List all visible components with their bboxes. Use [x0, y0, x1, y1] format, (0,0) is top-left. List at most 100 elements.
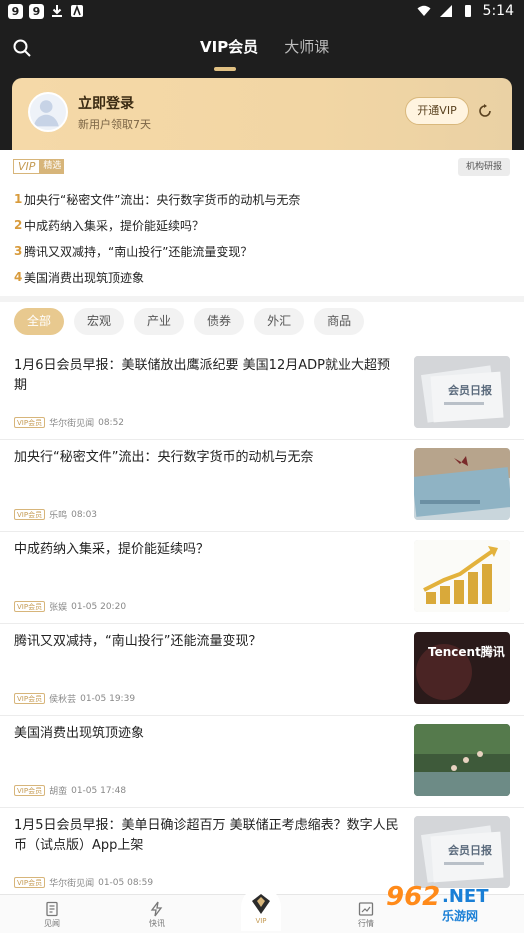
article-title[interactable]: 中成药纳入集采，提价能延续吗？ — [14, 540, 402, 560]
article-source: 侯秋芸 — [49, 695, 77, 705]
article-time: 08:03 — [71, 509, 98, 520]
filter-forex[interactable]: 外汇 — [254, 308, 305, 335]
vip-badge: VIP会员 — [14, 601, 46, 612]
tab-master-class[interactable]: 大师课 — [284, 36, 329, 65]
tab-vip-member[interactable]: VIP会员 — [200, 36, 258, 71]
article-source: 华尔街见闻 — [49, 879, 95, 889]
article-meta: VIP会员 张娱 01-05 20:20 — [14, 600, 126, 613]
vip-badge: VIP会员 — [14, 693, 46, 704]
nav-flash[interactable]: 快讯 — [132, 901, 182, 929]
category-filters: 全部 宏观 产业 债券 外汇 商品 — [14, 308, 365, 335]
article-title[interactable]: 1月5日会员早报：美单日确诊超百万 美联储正考虑缩表？数字人民币（试点版）App… — [14, 816, 402, 856]
user-icon — [33, 100, 59, 127]
article-source: 张娱 — [49, 603, 68, 613]
list-item[interactable]: 2 中成药纳入集采，提价能延续吗？ — [14, 212, 300, 238]
refresh-icon[interactable] — [478, 104, 492, 118]
document-icon — [46, 901, 58, 917]
filter-industry[interactable]: 产业 — [134, 308, 185, 335]
newspaper-image: 会员日报 — [414, 816, 510, 888]
institution-research-button[interactable]: 机构研报 — [458, 158, 510, 176]
list-item[interactable]: 1 加央行“秘密文件”流出：央行数字货币的动机与无奈 — [14, 186, 300, 212]
cliff-jump-image — [414, 724, 510, 796]
article-meta: VIP会员 华尔街见闻 01-05 08:59 — [14, 876, 153, 889]
login-title[interactable]: 立即登录 — [78, 93, 134, 113]
vip-selection-logo: VIP 精选 — [13, 158, 65, 174]
article-feed: 1月6日会员早报：美联储放出鹰派纪要 美国12月ADP就业大超预期 VIP会员 … — [0, 348, 524, 900]
article-time: 08:52 — [98, 417, 125, 428]
article-title[interactable]: 美国消费出现筑顶迹象 — [14, 724, 402, 744]
vip-logo-tag: 精选 — [40, 158, 65, 174]
notification-icon: 9 — [29, 4, 44, 19]
status-bar: 9 9 5:14 — [0, 0, 524, 24]
article-thumbnail[interactable] — [414, 724, 510, 796]
list-item-text: 中成药纳入集采，提价能延续吗？ — [24, 218, 205, 233]
svg-text:会员日报: 会员日报 — [448, 843, 493, 857]
filter-commodities[interactable]: 商品 — [314, 308, 365, 335]
list-item[interactable]: 3 腾讯又双减持，“南山投行”还能流量变现？ — [14, 238, 300, 264]
vip-badge: VIP会员 — [14, 785, 46, 796]
site-watermark: 962 .NET 乐游网 — [386, 880, 516, 930]
vip-badge: VIP会员 — [14, 509, 46, 520]
nav-news[interactable]: 见闻 — [27, 901, 77, 929]
vip-logo-text: VIP — [13, 158, 41, 174]
article-meta: VIP会员 华尔街见闻 08:52 — [14, 416, 124, 429]
vip-selection: VIP 精选 机构研报 1 加央行“秘密文件”流出：央行数字货币的动机与无奈 2中… — [0, 150, 524, 296]
avatar[interactable] — [28, 92, 68, 132]
top-nav: VIP会员 大师课 — [0, 36, 524, 71]
filter-macro[interactable]: 宏观 — [74, 308, 125, 335]
nav-label: 快讯 — [149, 919, 165, 928]
search-icon[interactable] — [12, 38, 32, 58]
article-meta: VIP会员 胡蛮 01-05 17:48 — [14, 784, 126, 797]
list-item-text: 加央行“秘密文件”流出：央行数字货币的动机与无奈 — [24, 192, 301, 207]
notification-icon: 9 — [8, 4, 23, 19]
list-item-text: 美国消费出现筑顶迹象 — [24, 270, 145, 285]
vip-header: 9 9 5:14 VIP会员 大师课 立即登录 新用户领取7天 开通VIP — [0, 0, 524, 150]
article-row[interactable]: 中成药纳入集采，提价能延续吗？ VIP会员 张娱 01-05 20:20 — [0, 532, 524, 624]
watermark-number: 962 — [386, 882, 441, 912]
article-row[interactable]: 1月6日会员早报：美联储放出鹰派纪要 美国12月ADP就业大超预期 VIP会员 … — [0, 348, 524, 440]
article-source: 胡蛮 — [49, 787, 68, 797]
article-thumbnail[interactable] — [414, 448, 510, 520]
article-thumbnail[interactable]: 会员日报 — [414, 356, 510, 428]
filter-bonds[interactable]: 债券 — [194, 308, 245, 335]
article-thumbnail[interactable]: 会员日报 — [414, 816, 510, 888]
signal-icon — [439, 5, 452, 17]
article-time: 01-05 20:20 — [71, 601, 127, 612]
article-source: 乐鸣 — [49, 511, 68, 521]
download-icon — [52, 5, 62, 17]
vip-badge: VIP会员 — [14, 877, 46, 888]
nav-label: 见闻 — [44, 919, 60, 928]
newspaper-image: 会员日报 — [414, 356, 510, 428]
open-vip-button[interactable]: 开通VIP — [405, 97, 469, 125]
article-row[interactable]: 加央行“秘密文件”流出：央行数字货币的动机与无奈 VIP会员 乐鸣 08:03 — [0, 440, 524, 532]
rank-number: 1 — [14, 192, 23, 206]
svg-text:会员日报: 会员日报 — [448, 383, 493, 397]
article-thumbnail[interactable]: Tencent腾讯 — [414, 632, 510, 704]
login-card[interactable]: 立即登录 新用户领取7天 开通VIP — [12, 78, 512, 150]
article-title[interactable]: 加央行“秘密文件”流出：央行数字货币的动机与无奈 — [14, 448, 402, 468]
article-source: 华尔街见闻 — [49, 419, 95, 429]
article-meta: VIP会员 侯秋芸 01-05 19:39 — [14, 692, 135, 705]
rank-number: 4 — [14, 270, 23, 284]
nav-vip[interactable]: VIP — [241, 887, 281, 931]
vip-selection-list: 1 加央行“秘密文件”流出：央行数字货币的动机与无奈 2 中成药纳入集采，提价能延续… — [14, 186, 300, 290]
article-title[interactable]: 腾讯又双减持，“南山投行”还能流量变现？ — [14, 632, 402, 652]
svg-text:Tencent腾讯: Tencent腾讯 — [428, 644, 505, 659]
article-title[interactable]: 1月6日会员早报：美联储放出鹰派纪要 美国12月ADP就业大超预期 — [14, 356, 402, 396]
chart-icon — [358, 902, 374, 916]
lightning-icon — [150, 901, 163, 917]
filter-all[interactable]: 全部 — [14, 308, 65, 335]
article-row[interactable]: 美国消费出现筑顶迹象 VIP会员 胡蛮 01-05 17:48 — [0, 716, 524, 808]
clock: 5:14 — [482, 3, 514, 19]
tencent-logo-image: Tencent腾讯 — [414, 632, 510, 704]
battery-icon — [464, 5, 471, 17]
vip-diamond-icon — [252, 894, 270, 914]
article-time: 01-05 19:39 — [80, 693, 136, 704]
section-divider — [0, 296, 524, 302]
list-item[interactable]: 4 美国消费出现筑顶迹象 — [14, 264, 300, 290]
article-thumbnail[interactable] — [414, 540, 510, 612]
nav-market[interactable]: 行情 — [341, 901, 391, 929]
article-time: 01-05 17:48 — [71, 785, 127, 796]
article-row[interactable]: 腾讯又双减持，“南山投行”还能流量变现？ VIP会员 侯秋芸 01-05 19:… — [0, 624, 524, 716]
coins-chart-image — [414, 540, 510, 612]
